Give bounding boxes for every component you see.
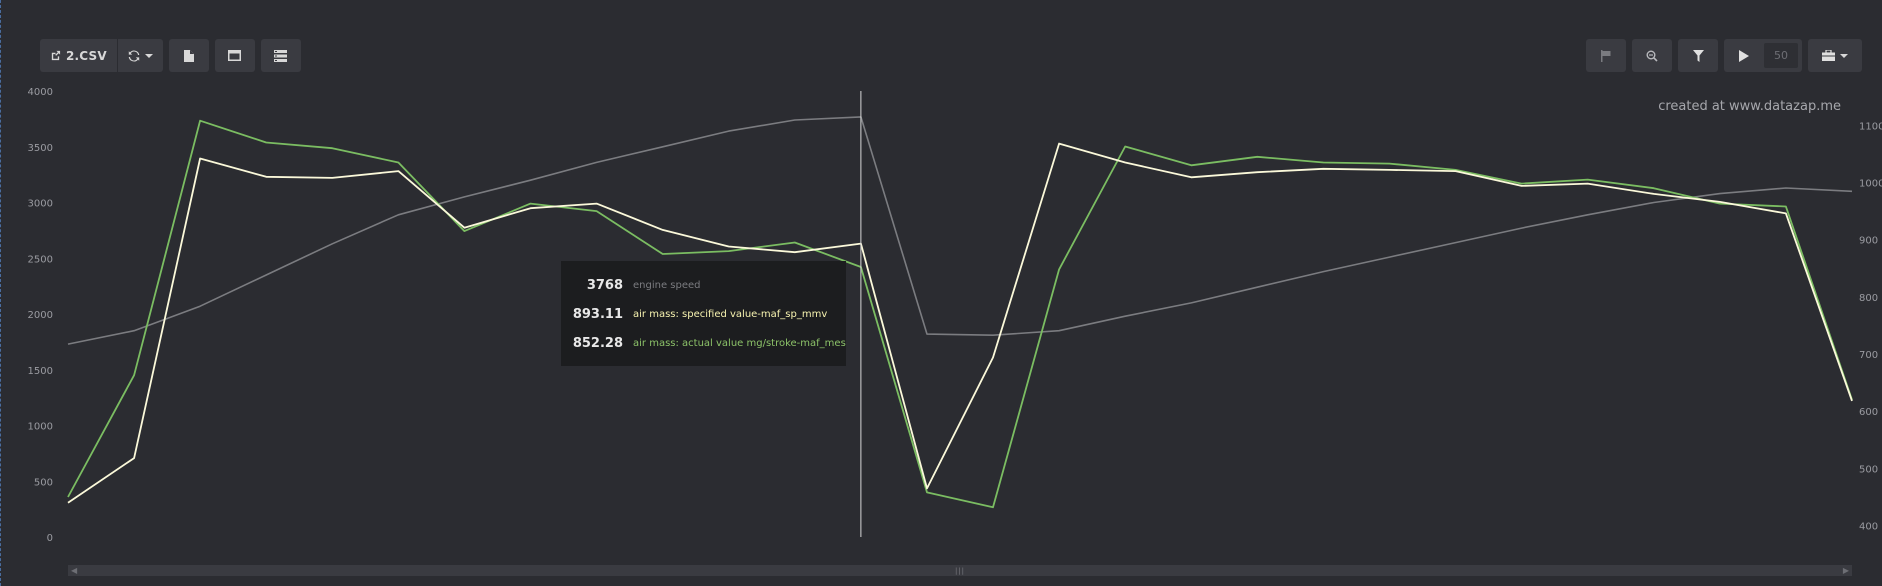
scroll-right-icon[interactable]: ▶ [1843,566,1849,575]
left-axis-tick-label: 2000 [28,310,53,321]
left-axis-tick-label: 2500 [28,254,53,265]
hover-tooltip: 3768 engine speed 893.11 air mass: speci… [561,261,846,366]
scroll-left-icon[interactable]: ◀ [71,566,77,575]
series-line-actual[interactable] [67,119,1853,509]
tooltip-value: 3768 [586,278,623,293]
left-axis-tick-label: 3500 [28,143,53,154]
tooltip-series-name: engine speed [633,280,701,291]
horizontal-scrollbar[interactable]: ◀ ||| ▶ [68,565,1852,576]
left-axis-tick-label: 0 [47,533,53,544]
left-axis-tick-label: 1000 [28,422,53,433]
datazap-chart-view: 2.CSV 50 created at www.datazap.me 0 500… [0,0,1882,586]
left-axis-tick-label: 3000 [28,199,53,210]
series-line-engine-speed[interactable] [67,116,1853,345]
scroll-grip-icon[interactable]: ||| [955,567,965,575]
line-chart[interactable]: 0 500 1000 1500 2000 2500 3000 3500 4000 400 500 6… [0,0,1882,586]
right-axis-tick-label: 700 [1859,350,1878,361]
right-axis-tick-label: 900 [1859,236,1878,247]
tooltip-value: 852.28 [572,336,623,351]
right-axis-tick-label: 600 [1859,407,1878,418]
left-axis-tick-label: 4000 [28,87,53,98]
right-axis-tick-label: 400 [1859,522,1878,533]
left-axis-tick-label: 500 [34,477,53,488]
tooltip-series-name: air mass: specified value-maf_sp_mmv [633,309,828,320]
tooltip-value: 893.11 [572,307,623,322]
series-layer [67,116,1853,509]
right-axis-tick-label: 1100 [1859,121,1882,132]
right-axis: 400 500 600 700 800 900 1000 1100 [1859,121,1882,532]
tooltip-row-specified: 893.11 air mass: specified value-maf_sp_… [561,300,846,329]
tooltip-row-actual: 852.28 air mass: actual value mg/stroke-… [561,329,846,358]
tooltip-row-engine-speed: 3768 engine speed [561,271,846,300]
right-axis-tick-label: 500 [1859,464,1878,475]
left-axis: 0 500 1000 1500 2000 2500 3000 3500 4000 [28,87,53,544]
tooltip-series-name: air mass: actual value mg/stroke-maf_mes [633,338,846,349]
series-line-specified[interactable] [67,142,1853,504]
left-axis-tick-label: 1500 [28,366,53,377]
right-axis-tick-label: 800 [1859,293,1878,304]
right-axis-tick-label: 1000 [1859,178,1882,189]
